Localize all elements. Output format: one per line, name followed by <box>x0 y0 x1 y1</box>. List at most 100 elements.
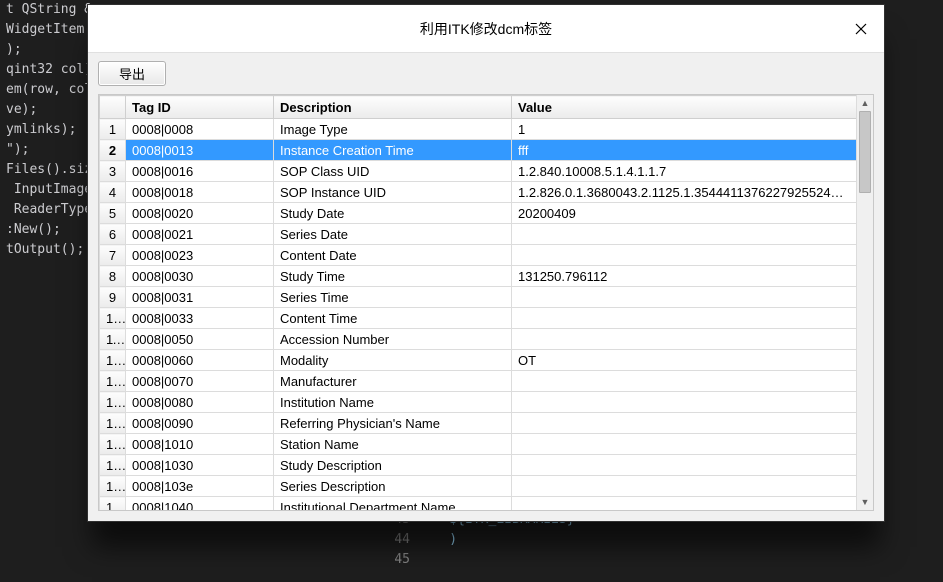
cell-tag-id[interactable]: 0008|1010 <box>126 434 274 455</box>
row-number[interactable]: 9 <box>100 287 126 308</box>
cell-tag-id[interactable]: 0008|0013 <box>126 140 274 161</box>
cell-value[interactable]: 1.2.826.0.1.3680043.2.1125.1.35444113762… <box>512 182 857 203</box>
cell-description[interactable]: Series Date <box>274 224 512 245</box>
cell-description[interactable]: Referring Physician's Name <box>274 413 512 434</box>
cell-description[interactable]: Study Time <box>274 266 512 287</box>
row-number[interactable]: 15 <box>100 413 126 434</box>
row-number[interactable]: 19 <box>100 497 126 511</box>
cell-tag-id[interactable]: 0008|0016 <box>126 161 274 182</box>
cell-tag-id[interactable]: 0008|0018 <box>126 182 274 203</box>
cell-value[interactable] <box>512 413 857 434</box>
scrollbar-track[interactable] <box>857 111 873 494</box>
cell-value[interactable]: OT <box>512 350 857 371</box>
corner-header[interactable] <box>100 96 126 119</box>
cell-value[interactable] <box>512 434 857 455</box>
table-row[interactable]: 100008|0033Content Time <box>100 308 857 329</box>
cell-description[interactable]: Accession Number <box>274 329 512 350</box>
row-number[interactable]: 12 <box>100 350 126 371</box>
header-tag-id[interactable]: Tag ID <box>126 96 274 119</box>
cell-description[interactable]: Study Description <box>274 455 512 476</box>
table-row[interactable]: 30008|0016SOP Class UID1.2.840.10008.5.1… <box>100 161 857 182</box>
cell-description[interactable]: Series Description <box>274 476 512 497</box>
cell-description[interactable]: Content Date <box>274 245 512 266</box>
cell-value[interactable]: 1 <box>512 119 857 140</box>
cell-tag-id[interactable]: 0008|0020 <box>126 203 274 224</box>
table-row[interactable]: 20008|0013Instance Creation Timefff <box>100 140 857 161</box>
header-value[interactable]: Value <box>512 96 857 119</box>
cell-tag-id[interactable]: 0008|0070 <box>126 371 274 392</box>
table-row[interactable]: 110008|0050Accession Number <box>100 329 857 350</box>
header-description[interactable]: Description <box>274 96 512 119</box>
cell-description[interactable]: Content Time <box>274 308 512 329</box>
table-row[interactable]: 130008|0070Manufacturer <box>100 371 857 392</box>
scroll-down-arrow-icon[interactable]: ▼ <box>857 494 873 510</box>
cell-description[interactable]: Series Time <box>274 287 512 308</box>
row-number[interactable]: 7 <box>100 245 126 266</box>
cell-value[interactable] <box>512 245 857 266</box>
table-row[interactable]: 140008|0080Institution Name <box>100 392 857 413</box>
row-number[interactable]: 11 <box>100 329 126 350</box>
cell-tag-id[interactable]: 0008|0031 <box>126 287 274 308</box>
cell-description[interactable]: SOP Class UID <box>274 161 512 182</box>
row-number[interactable]: 17 <box>100 455 126 476</box>
table-row[interactable]: 80008|0030Study Time131250.796112 <box>100 266 857 287</box>
cell-value[interactable]: fff <box>512 140 857 161</box>
table-row[interactable]: 50008|0020Study Date20200409 <box>100 203 857 224</box>
cell-value[interactable]: 131250.796112 <box>512 266 857 287</box>
row-number[interactable]: 8 <box>100 266 126 287</box>
cell-tag-id[interactable]: 0008|0023 <box>126 245 274 266</box>
export-button[interactable]: 导出 <box>98 61 166 86</box>
cell-value[interactable] <box>512 371 857 392</box>
table-row[interactable]: 70008|0023Content Date <box>100 245 857 266</box>
cell-value[interactable] <box>512 455 857 476</box>
cell-description[interactable]: Image Type <box>274 119 512 140</box>
cell-value[interactable] <box>512 392 857 413</box>
table-row[interactable]: 40008|0018SOP Instance UID1.2.826.0.1.36… <box>100 182 857 203</box>
row-number[interactable]: 13 <box>100 371 126 392</box>
table-row[interactable]: 190008|1040Institutional Department Name <box>100 497 857 511</box>
cell-tag-id[interactable]: 0008|0090 <box>126 413 274 434</box>
cell-value[interactable] <box>512 224 857 245</box>
cell-description[interactable]: Station Name <box>274 434 512 455</box>
cell-value[interactable]: 1.2.840.10008.5.1.4.1.1.7 <box>512 161 857 182</box>
cell-tag-id[interactable]: 0008|0008 <box>126 119 274 140</box>
cell-description[interactable]: Institution Name <box>274 392 512 413</box>
table-row[interactable]: 150008|0090Referring Physician's Name <box>100 413 857 434</box>
cell-tag-id[interactable]: 0008|0030 <box>126 266 274 287</box>
cell-value[interactable] <box>512 497 857 511</box>
cell-tag-id[interactable]: 0008|1040 <box>126 497 274 511</box>
cell-tag-id[interactable]: 0008|0033 <box>126 308 274 329</box>
cell-tag-id[interactable]: 0008|103e <box>126 476 274 497</box>
cell-tag-id[interactable]: 0008|0050 <box>126 329 274 350</box>
row-number[interactable]: 16 <box>100 434 126 455</box>
row-number[interactable]: 4 <box>100 182 126 203</box>
tag-table-scroll[interactable]: Tag ID Description Value 1 0008|0008Image… <box>99 95 857 510</box>
cell-description[interactable]: Institutional Department Name <box>274 497 512 511</box>
cell-description[interactable]: Modality <box>274 350 512 371</box>
table-row[interactable]: 120008|0060ModalityOT <box>100 350 857 371</box>
row-number[interactable]: 5 <box>100 203 126 224</box>
table-row[interactable]: 160008|1010Station Name <box>100 434 857 455</box>
cell-tag-id[interactable]: 0008|1030 <box>126 455 274 476</box>
cell-value[interactable] <box>512 476 857 497</box>
cell-value[interactable]: 20200409 <box>512 203 857 224</box>
cell-tag-id[interactable]: 0008|0080 <box>126 392 274 413</box>
cell-description[interactable]: Manufacturer <box>274 371 512 392</box>
cell-description[interactable]: SOP Instance UID <box>274 182 512 203</box>
scrollbar-thumb[interactable] <box>859 111 871 193</box>
row-number[interactable]: 18 <box>100 476 126 497</box>
row-number[interactable]: 3 <box>100 161 126 182</box>
table-row[interactable]: 90008|0031Series Time <box>100 287 857 308</box>
table-row[interactable]: 180008|103eSeries Description <box>100 476 857 497</box>
cell-tag-id[interactable]: 0008|0060 <box>126 350 274 371</box>
row-number[interactable]: 6 <box>100 224 126 245</box>
cell-value[interactable] <box>512 287 857 308</box>
cell-value[interactable] <box>512 329 857 350</box>
scroll-up-arrow-icon[interactable]: ▲ <box>857 95 873 111</box>
close-button[interactable] <box>838 5 884 52</box>
vertical-scrollbar[interactable]: ▲ ▼ <box>856 95 873 510</box>
cell-description[interactable]: Study Date <box>274 203 512 224</box>
row-number[interactable]: 14 <box>100 392 126 413</box>
table-row[interactable]: 10008|0008Image Type1 <box>100 119 857 140</box>
table-row[interactable]: 170008|1030Study Description <box>100 455 857 476</box>
